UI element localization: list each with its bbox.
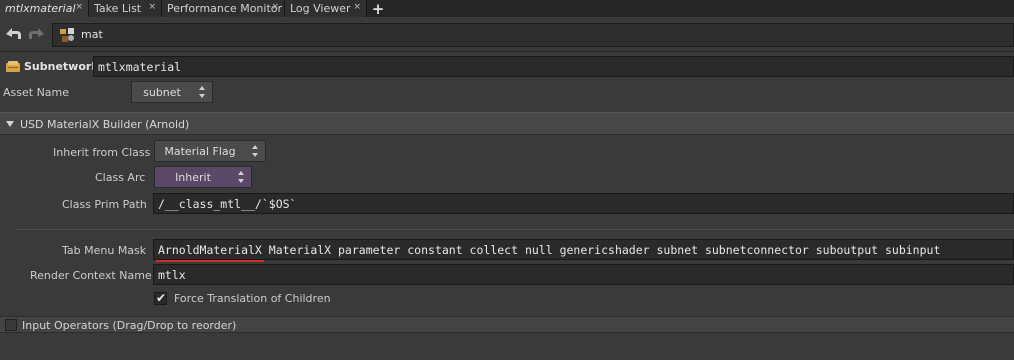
asset-name-value: subnet — [143, 86, 181, 99]
tab-menu-mask-field[interactable]: ArnoldMaterialX MaterialX parameter cons… — [153, 239, 1014, 260]
tab-menu-mask-label: Tab Menu Mask — [62, 244, 147, 257]
tab-menu-mask-value: ArnoldMaterialX MaterialX parameter cons… — [158, 243, 941, 257]
forward-arrow-icon[interactable] — [27, 26, 45, 42]
render-context-value: mtlx — [158, 268, 186, 282]
subnet-box-icon — [6, 61, 20, 72]
class-prim-path-label: Class Prim Path — [62, 198, 147, 211]
tab-bar: mtlxmaterial × Take List × Performance M… — [0, 0, 1014, 18]
close-icon[interactable]: × — [271, 2, 279, 12]
inherit-from-class-menu[interactable]: Material Flag — [154, 140, 266, 162]
node-header: Subnetwork mtlxmaterial — [0, 55, 1014, 79]
section-usd-materialx-builder[interactable]: USD MaterialX Builder (Arnold) — [0, 112, 1014, 135]
class-arc-value: Inherit — [175, 171, 211, 184]
close-icon[interactable]: × — [75, 2, 83, 12]
inherit-from-class-label: Inherit from Class — [53, 146, 151, 159]
close-icon[interactable]: × — [148, 2, 156, 12]
close-icon[interactable]: × — [353, 2, 361, 12]
material-network-icon — [59, 27, 75, 43]
node-name-field[interactable]: mtlxmaterial — [93, 56, 1014, 77]
tab-label: Performance Monitor — [167, 2, 283, 15]
tab-label: mtlxmaterial — [5, 2, 76, 15]
input-operators-label: Input Operators (Drag/Drop to reorder) — [22, 319, 237, 332]
updown-icon — [198, 85, 206, 99]
tab-performance-monitor[interactable]: Performance Monitor × — [162, 0, 285, 17]
add-tab-button[interactable]: + — [367, 0, 389, 18]
class-prim-path-field[interactable]: /__class_mtl__/`$OS` — [153, 193, 1014, 214]
asset-name-label: Asset Name — [3, 86, 70, 99]
network-path-text: mat — [81, 28, 103, 41]
tab-take-list[interactable]: Take List × — [89, 0, 162, 17]
checkmark-icon: ✔ — [156, 291, 167, 305]
back-arrow-icon[interactable] — [5, 26, 23, 42]
render-context-field[interactable]: mtlx — [153, 264, 1014, 285]
path-toolbar: mat — [0, 17, 1014, 52]
spellcheck-underline — [156, 260, 264, 262]
render-context-label: Render Context Name — [30, 269, 152, 282]
input-operators-toggle[interactable] — [5, 319, 17, 331]
class-arc-menu[interactable]: Inherit — [154, 166, 252, 188]
updown-icon — [251, 144, 259, 158]
tab-log-viewer[interactable]: Log Viewer × — [285, 0, 367, 17]
force-translation-checkbox[interactable]: ✔ — [154, 291, 167, 305]
node-name-text: mtlxmaterial — [98, 60, 182, 74]
collapse-arrow-icon[interactable] — [6, 121, 14, 127]
asset-name-menu[interactable]: subnet — [131, 81, 213, 103]
class-prim-path-value: /__class_mtl__/`$OS` — [158, 197, 297, 211]
tab-mtlxmaterial[interactable]: mtlxmaterial × — [0, 0, 89, 17]
force-translation-label: Force Translation of Children — [174, 292, 331, 305]
tab-label: Take List — [94, 2, 142, 15]
node-type-label: Subnetwork — [24, 60, 99, 73]
section-title: USD MaterialX Builder (Arnold) — [20, 118, 190, 131]
network-path-field[interactable]: mat — [52, 23, 1014, 47]
inherit-from-class-value: Material Flag — [164, 145, 236, 158]
tab-label: Log Viewer — [290, 2, 351, 15]
updown-icon — [237, 170, 245, 184]
input-operators-row[interactable]: Input Operators (Drag/Drop to reorder) — [0, 316, 1014, 333]
class-arc-label: Class Arc — [95, 171, 146, 184]
section-divider — [16, 229, 1014, 230]
